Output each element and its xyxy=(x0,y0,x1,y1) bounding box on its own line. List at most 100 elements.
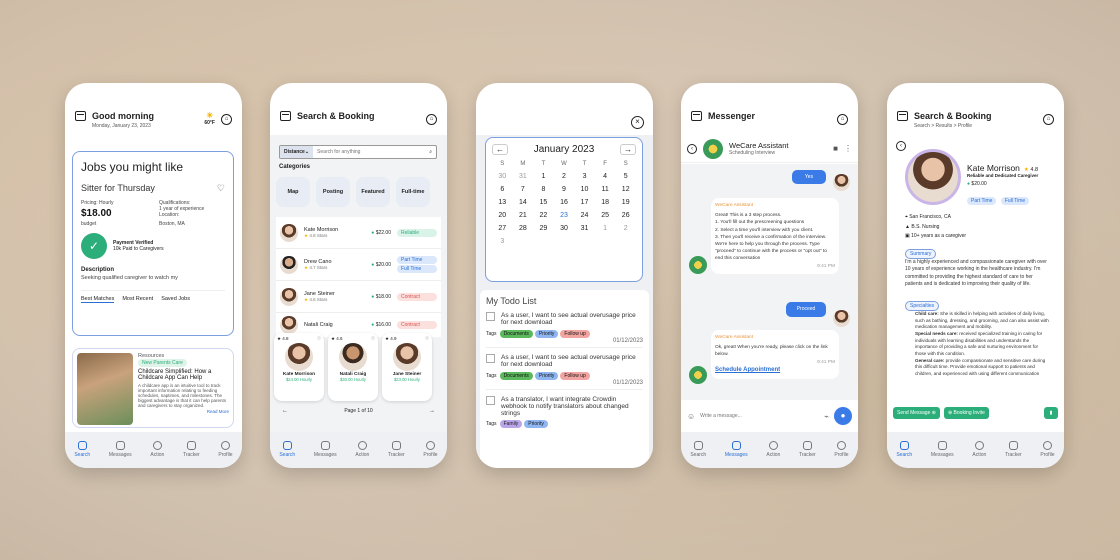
nav-action[interactable]: Action xyxy=(972,440,986,458)
todo-checkbox[interactable] xyxy=(486,354,495,363)
close-icon[interactable]: × xyxy=(631,116,644,129)
calendar-day[interactable]: 7 xyxy=(513,186,534,193)
back-icon[interactable]: ‹ xyxy=(896,141,906,151)
calendar-day[interactable]: 14 xyxy=(513,199,534,206)
next-month-icon[interactable]: → xyxy=(619,144,636,155)
tab-most-recent[interactable]: Most Recent xyxy=(122,296,153,303)
calendar-day[interactable]: 28 xyxy=(513,225,534,232)
booking-invite-button[interactable]: ⊕ Booking Invite xyxy=(943,407,989,419)
category-map[interactable]: Map xyxy=(276,177,310,207)
caregiver-card[interactable]: ★ 4.6 ♡ Natali Craig $30.00 Hourly xyxy=(328,333,378,401)
nav-search[interactable]: Search xyxy=(690,440,706,458)
calendar-day[interactable]: 20 xyxy=(492,212,513,219)
nav-tracker[interactable]: Tracker xyxy=(183,440,200,458)
category-featured[interactable]: Featured xyxy=(356,177,390,207)
nav-action[interactable]: Action xyxy=(766,440,780,458)
calendar-icon[interactable] xyxy=(691,111,702,121)
calendar-day[interactable]: 18 xyxy=(595,199,616,206)
category-posting[interactable]: Posting xyxy=(316,177,350,207)
heart-icon[interactable]: ♡ xyxy=(317,336,321,342)
nav-tracker[interactable]: Tracker xyxy=(1005,440,1022,458)
home-icon[interactable]: ⌂ xyxy=(837,114,848,125)
message-input[interactable] xyxy=(700,413,820,419)
nav-tracker[interactable]: Tracker xyxy=(388,440,405,458)
home-icon[interactable]: ⌂ xyxy=(1043,114,1054,125)
calendar-day[interactable]: 9 xyxy=(554,186,575,193)
calendar-day[interactable]: 4 xyxy=(595,173,616,180)
calendar-day[interactable]: 5 xyxy=(615,173,636,180)
heart-icon[interactable]: ♡ xyxy=(425,336,429,342)
nav-messages[interactable]: Messages xyxy=(931,440,954,458)
heart-icon[interactable]: ♡ xyxy=(371,336,375,342)
distance-dropdown[interactable]: Distance ⌄ xyxy=(280,146,314,158)
calendar-day[interactable]: 16 xyxy=(554,199,575,206)
calendar-day[interactable]: 24 xyxy=(574,212,595,219)
prev-month-icon[interactable]: ← xyxy=(492,144,508,155)
list-item[interactable]: Drew Cano ★ 4.7 Stars ● $20.00 Part Time Ful… xyxy=(276,249,441,281)
save-button[interactable]: ▮ xyxy=(1044,407,1058,419)
calendar-day[interactable]: 13 xyxy=(492,199,513,206)
prev-page-icon[interactable]: ← xyxy=(282,408,288,414)
nav-profile[interactable]: Profile xyxy=(1040,440,1055,458)
heart-icon[interactable]: ♡ xyxy=(217,183,225,194)
search-input[interactable] xyxy=(317,149,426,155)
read-more-link[interactable]: Read More xyxy=(138,409,229,414)
calendar-day[interactable]: 30 xyxy=(492,173,513,180)
list-item[interactable]: Kate Morrison ★ 4.8 Stars ● $22.00 Reliable xyxy=(276,217,441,249)
search-icon[interactable]: ⌕ xyxy=(425,149,436,155)
todo-checkbox[interactable] xyxy=(486,312,495,321)
nav-messages[interactable]: Messages xyxy=(725,440,748,458)
nav-search[interactable]: Search xyxy=(74,440,90,458)
caregiver-card[interactable]: ★ 4.8 ♡ Kate Morrison $24.00 Hourly xyxy=(274,333,324,401)
calendar-day[interactable]: 19 xyxy=(615,199,636,206)
video-icon[interactable]: ■ xyxy=(833,144,838,153)
tab-best-matches[interactable]: Best Matches xyxy=(81,296,115,303)
nav-profile[interactable]: Profile xyxy=(423,440,438,458)
nav-tracker[interactable]: Tracker xyxy=(799,440,816,458)
calendar-day[interactable]: 15 xyxy=(533,199,554,206)
nav-profile[interactable]: Profile xyxy=(218,440,233,458)
back-icon[interactable]: ‹ xyxy=(687,143,697,154)
more-icon[interactable]: ⋮ xyxy=(844,144,852,153)
todo-checkbox[interactable] xyxy=(486,396,495,405)
nav-profile[interactable]: Profile xyxy=(834,440,849,458)
nav-action[interactable]: Action xyxy=(150,440,164,458)
calendar-day[interactable]: 21 xyxy=(513,212,534,219)
calendar-day[interactable]: 25 xyxy=(595,212,616,219)
calendar-day[interactable]: 31 xyxy=(574,225,595,232)
category-fulltime[interactable]: Full-time xyxy=(396,177,430,207)
calendar-icon[interactable] xyxy=(280,111,291,121)
calendar-icon[interactable] xyxy=(897,111,908,121)
send-message-button[interactable]: Send Message ⊕ xyxy=(893,407,940,419)
calendar-day[interactable]: 1 xyxy=(595,225,616,232)
nav-messages[interactable]: Messages xyxy=(314,440,337,458)
calendar-day[interactable]: 8 xyxy=(533,186,554,193)
list-item[interactable]: Jane Steiner ★ 4.6 Stars ● $18.00 Contract xyxy=(276,281,441,313)
attach-icon[interactable]: ⌁ xyxy=(824,412,829,421)
calendar-day[interactable]: 23 xyxy=(554,212,575,219)
calendar-day[interactable]: 3 xyxy=(574,173,595,180)
calendar-day[interactable]: 1 xyxy=(533,173,554,180)
calendar-day[interactable]: 31 xyxy=(513,173,534,180)
calendar-day[interactable]: 27 xyxy=(492,225,513,232)
microphone-icon[interactable]: ● xyxy=(834,407,852,425)
calendar-day[interactable]: 17 xyxy=(574,199,595,206)
calendar-day[interactable]: 2 xyxy=(615,225,636,232)
calendar-day[interactable]: 22 xyxy=(533,212,554,219)
home-icon[interactable]: ⌂ xyxy=(221,114,232,125)
calendar-day[interactable]: 26 xyxy=(615,212,636,219)
calendar-day[interactable]: 29 xyxy=(533,225,554,232)
calendar-day[interactable]: 10 xyxy=(574,186,595,193)
nav-action[interactable]: Action xyxy=(355,440,369,458)
calendar-day[interactable]: 6 xyxy=(492,186,513,193)
resources-card[interactable]: Resources New Parents Care Childcare Sim… xyxy=(72,348,234,428)
calendar-day[interactable]: 11 xyxy=(595,186,616,193)
calendar-icon[interactable] xyxy=(75,111,86,121)
emoji-icon[interactable]: ☺ xyxy=(687,412,695,421)
calendar-day[interactable]: 3 xyxy=(492,238,513,245)
calendar-day[interactable]: 12 xyxy=(615,186,636,193)
caregiver-card[interactable]: ★ 4.9 ♡ Jane Steiner $23.00 Hourly xyxy=(382,333,432,401)
job-title[interactable]: Sitter for Thursday xyxy=(81,183,155,194)
schedule-appointment-link[interactable]: Schedule Appointment xyxy=(715,366,835,375)
nav-messages[interactable]: Messages xyxy=(109,440,132,458)
